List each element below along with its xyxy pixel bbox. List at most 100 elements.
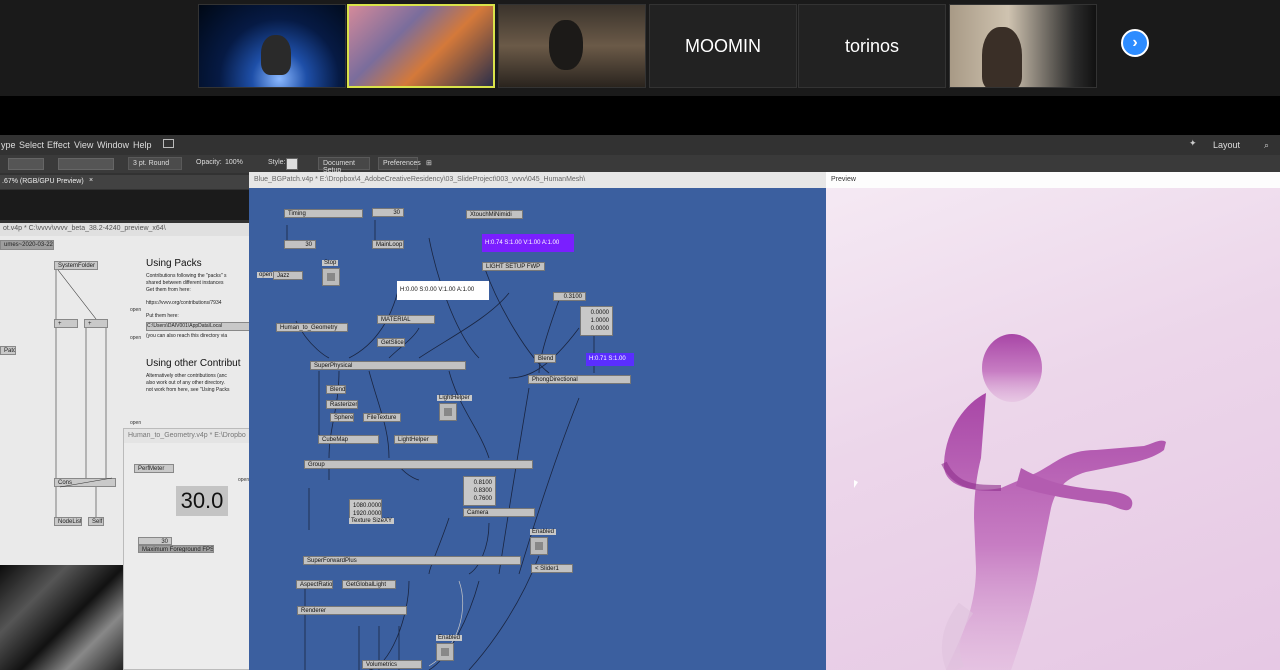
vector-node[interactable]: 0.0000 1.0000 0.0000 [580,306,613,336]
style-label: Style: [268,159,286,166]
blend-node[interactable]: Blend [534,354,556,363]
lightbulb-icon[interactable]: ✦ [1189,138,1197,149]
human-mesh-render [941,334,1166,670]
hsv-color-blue[interactable]: H:0.71 S:1.00 [586,353,634,366]
menu-item-select[interactable]: Select [19,140,44,150]
layout-menu[interactable]: Layout [1213,140,1240,150]
menu-bar: ype Select Effect View Window Help ✦ Lay… [0,135,1280,155]
using-packs-section: Using Packs Contributions following the … [146,258,250,394]
vector-value: 0.7600 [473,496,492,502]
enabled-label: Enabled [530,529,557,535]
open-label[interactable]: open [130,420,141,426]
camera-vector-node[interactable]: 0.8100 0.8300 0.7600 [463,476,496,506]
enabled-toggle[interactable] [530,537,548,555]
figure-head [982,334,1042,402]
sphere-node[interactable]: Sphere [330,413,354,422]
open-label[interactable]: open [238,477,249,483]
contribution-url[interactable]: https://vvvv.org/contributions/7934 [146,300,250,307]
getslice-node[interactable]: GetSlice [377,338,405,347]
jazz-node[interactable]: Jazz [273,271,303,280]
superphysical-node[interactable]: SuperPhysical [310,361,466,370]
style-swatch[interactable] [286,158,298,170]
participant-tile-6[interactable] [949,4,1097,88]
stop-toggle[interactable] [322,268,340,286]
document-tab[interactable]: .67% (RGB/GPU Preview) × [0,175,250,189]
texture-size-node[interactable]: 1080.0000 1920.0000 [349,499,382,519]
lighthelper-node[interactable]: LightHelper [394,435,438,444]
blue-bg-patch-window: Blue_BGPatch.v4p * E:\Dropbox\4_AdobeCre… [249,172,826,670]
menu-item-view[interactable]: View [74,140,93,150]
arrange-icon[interactable]: ⊞ [426,159,432,167]
stroke-weight-field[interactable] [58,158,114,170]
enabled-label: Enabled [436,635,463,641]
texture-size-label: Texture SizeXY [349,518,395,524]
camera-node[interactable]: Camera [463,508,535,517]
open-label[interactable]: open [130,335,141,341]
path-field[interactable]: C:\Users\DAIV001\AppData\Local [146,322,250,331]
window-title: Preview [826,172,1280,188]
participant-tile-moomin[interactable]: MOOMIN [649,4,797,88]
participant-tile-torinos[interactable]: torinos [798,4,946,88]
rasterizer-node[interactable]: Rasterizer [326,400,358,409]
workspace-switcher-icon[interactable] [163,139,174,148]
value-0310[interactable]: 0.3100 [553,292,586,301]
preferences-button[interactable]: Preferences [378,157,421,170]
opacity-value[interactable]: 100% [225,159,243,166]
menu-item-window[interactable]: Window [97,140,129,150]
timing-node[interactable]: Timing [284,209,363,218]
next-page-button[interactable]: › [1121,29,1149,57]
enabled-toggle[interactable] [436,643,454,661]
chevron-right-icon: › [1132,34,1138,51]
filetexture-node[interactable]: FileTexture [363,413,401,422]
body-text: Contributions following the "packs" s [146,273,227,279]
group-node[interactable]: Group [304,460,533,469]
brush-definition-select[interactable]: 3 pt. Round [128,157,182,170]
material-node[interactable]: MATERIAL [377,315,435,324]
xtouch-node[interactable]: XtouchMiNimidi [466,210,523,219]
human-to-geometry-node[interactable]: Human_to_Geometry [276,323,348,332]
window-title: Blue_BGPatch.v4p * E:\Dropbox\4_AdobeCre… [249,172,826,188]
close-icon[interactable]: × [89,177,93,184]
render-background-image [0,565,123,670]
lighthelper-label: LightHelper [437,395,472,401]
menu-item-help[interactable]: Help [133,140,152,150]
volumetrics-node[interactable]: Volumetrics [362,660,422,669]
light-setup-node[interactable]: LIGHT SETUP FWP [482,262,545,271]
stroke-color-select[interactable] [8,158,44,170]
open-label[interactable]: open [130,307,141,313]
phong-directional-node[interactable]: PhongDirectional [528,375,631,384]
mainloop-value[interactable]: 30 [372,208,404,217]
vector-value: 0.0000 [590,310,609,316]
aspectratio-node[interactable]: AspectRatio [296,580,333,589]
getgloballight-node[interactable]: GetGlobalLight [342,580,396,589]
hsv-color-purple[interactable]: H:0.74 S:1.00 V:1.00 A:1.00 [482,234,574,252]
menu-item-type[interactable]: ype [1,140,16,150]
preview-window: Preview [826,172,1280,670]
timing-value[interactable]: 30 [284,240,316,249]
participant-tile-1[interactable] [198,4,346,88]
hsv-color-white[interactable]: H:0.00 S:0.00 V:1.00 A:1.00 [397,281,489,300]
menu-item-effect[interactable]: Effect [47,140,70,150]
cubemap-node[interactable]: CubeMap [318,435,379,444]
document-setup-button[interactable]: Document Setup [318,157,370,174]
fps-input[interactable]: 30 [138,537,172,545]
vector-value: 0.8300 [473,488,492,494]
participant-tile-2[interactable] [347,4,495,88]
vector-value: 0.0000 [590,326,609,332]
mainloop-node[interactable]: MainLoop [372,240,404,249]
vector-value: 1.0000 [590,318,609,324]
participant-tile-3[interactable] [498,4,646,88]
lighthelper-toggle[interactable] [439,403,457,421]
renderer-node[interactable]: Renderer [297,606,407,615]
body-text: Get them from here: [146,287,191,293]
vector-value: 0.8100 [473,480,492,486]
search-icon[interactable]: ⌕ [1264,140,1269,151]
blend-node[interactable]: Blend [326,385,346,394]
open-label[interactable]: open [257,272,275,278]
human-to-geometry-window: Human_to_Geometry.v4p * E:\Dropbo PerfMe… [123,428,251,670]
superforwardplus-node[interactable]: SuperForwardPlus [303,556,521,565]
slider-node[interactable]: < Slider1 [531,564,573,573]
perfmeter-node[interactable]: PerfMeter [134,464,174,473]
using-packs-heading: Using Packs [146,258,202,269]
window-title: Human_to_Geometry.v4p * E:\Dropbo [124,429,251,443]
